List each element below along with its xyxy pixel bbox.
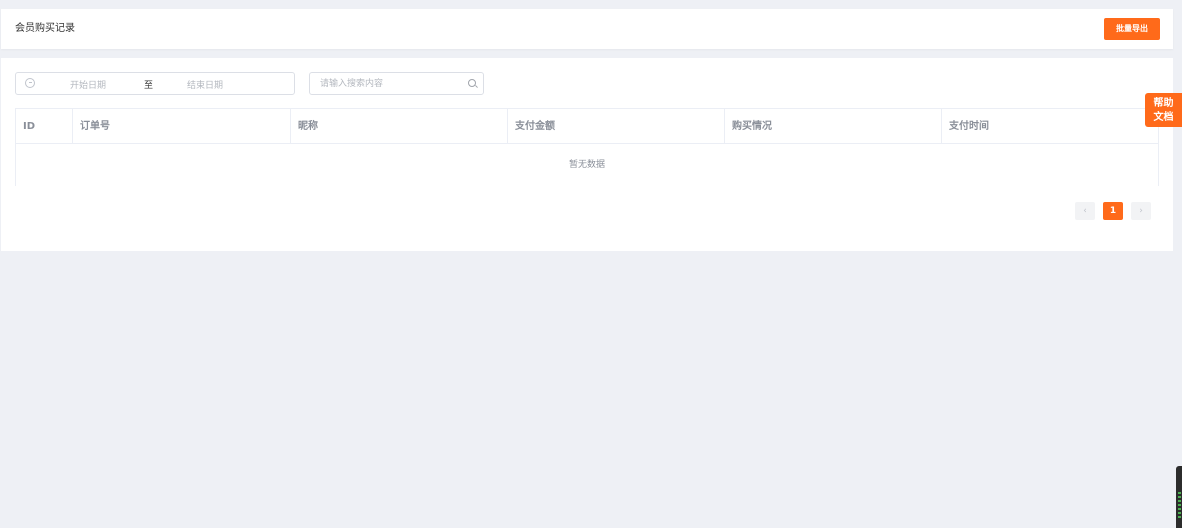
clock-icon — [25, 78, 35, 88]
batch-export-button[interactable]: 批量导出 — [1104, 18, 1160, 40]
prev-page-button[interactable]: ‹ — [1075, 202, 1095, 220]
column-header-id: ID — [16, 109, 73, 143]
help-label-line2: 文档 — [1153, 112, 1174, 123]
empty-state: 暂无数据 — [568, 160, 605, 170]
help-label-line1: 帮助 — [1153, 98, 1174, 109]
page-title: 会员购买记录 — [15, 23, 75, 34]
side-widget — [1176, 466, 1182, 528]
page-number-current[interactable]: 1 — [1103, 202, 1123, 220]
search-input[interactable] — [320, 77, 460, 91]
help-docs-tab[interactable]: 帮助 文档 — [1145, 93, 1182, 127]
column-header-pay-time: 支付时间 — [949, 121, 989, 132]
start-date-field[interactable]: 开始日期 — [70, 78, 106, 91]
range-separator: 至 — [144, 81, 154, 91]
indicator-bar-icon — [1178, 490, 1181, 520]
end-date-field[interactable]: 结束日期 — [187, 78, 223, 91]
table-header: ID 订单号 昵称 支付金额 购买情况 支付时间 — [16, 109, 1158, 144]
column-header-nickname: 昵称 — [291, 109, 508, 143]
date-range-picker[interactable]: 开始日期 至 结束日期 — [15, 72, 295, 95]
records-table: ID 订单号 昵称 支付金额 购买情况 支付时间 暂无数据 — [15, 108, 1159, 186]
page-header: 会员购买记录 批量导出 — [1, 9, 1173, 49]
search-icon[interactable] — [468, 79, 476, 87]
column-header-order-no: 订单号 — [73, 109, 291, 143]
records-panel: 开始日期 至 结束日期 ID 订单号 昵称 支付金额 购买情况 支付时间 暂无数… — [1, 58, 1173, 251]
search-box — [309, 72, 484, 95]
next-page-button[interactable]: › — [1131, 202, 1151, 220]
column-header-purchase-status: 购买情况 — [725, 109, 942, 143]
column-header-amount: 支付金额 — [508, 109, 725, 143]
